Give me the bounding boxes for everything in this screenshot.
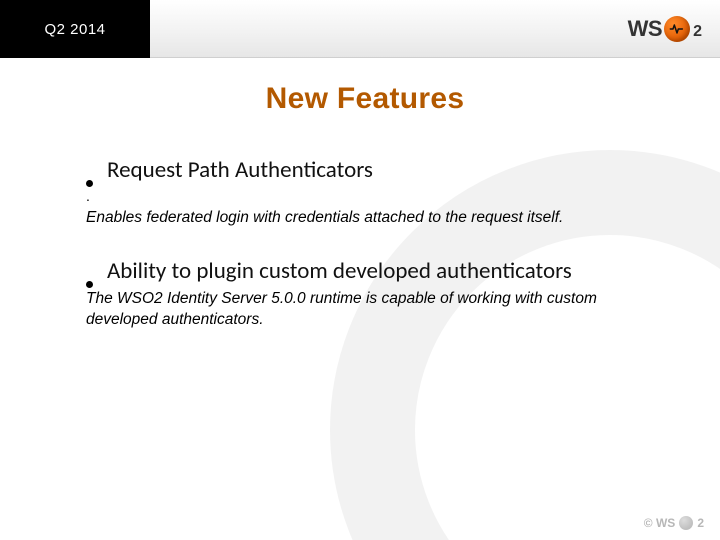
- bullet-description: Enables federated login with credentials…: [86, 208, 646, 229]
- content-area: New Features Request Path Authenticators…: [0, 58, 720, 331]
- bullet-list: Request Path Authenticators . Enables fe…: [86, 156, 650, 331]
- footer-text-left: © WS: [644, 516, 676, 530]
- bullet-heading: Request Path Authenticators: [107, 156, 373, 184]
- footer-copyright: © WS 2: [644, 516, 704, 530]
- slide: Q2 2014 WS 2 New Features Request Path A…: [0, 0, 720, 540]
- list-item: Request Path Authenticators . Enables fe…: [86, 156, 650, 229]
- page-title: New Features: [80, 82, 650, 116]
- pulse-icon: [669, 21, 685, 37]
- footer-text-right: 2: [697, 516, 704, 530]
- footer-logo-circle-icon: [679, 516, 693, 530]
- top-bar: Q2 2014 WS 2: [0, 0, 720, 58]
- bullet-dot-icon: [86, 281, 93, 288]
- logo-text-right: 2: [693, 23, 702, 41]
- bullet-separator: .: [86, 188, 650, 204]
- bullet-row: Ability to plugin custom developed authe…: [86, 257, 650, 285]
- bullet-description: The WSO2 Identity Server 5.0.0 runtime i…: [86, 289, 646, 331]
- bullet-dot-icon: [86, 180, 93, 187]
- logo-circle-icon: [664, 16, 690, 42]
- quarter-text: Q2 2014: [44, 21, 105, 38]
- quarter-badge: Q2 2014: [0, 0, 150, 58]
- logo-text-left: WS: [628, 16, 662, 42]
- bullet-row: Request Path Authenticators: [86, 156, 650, 184]
- brand-logo: WS 2: [628, 0, 702, 58]
- list-item: Ability to plugin custom developed authe…: [86, 257, 650, 331]
- bullet-heading: Ability to plugin custom developed authe…: [107, 257, 572, 285]
